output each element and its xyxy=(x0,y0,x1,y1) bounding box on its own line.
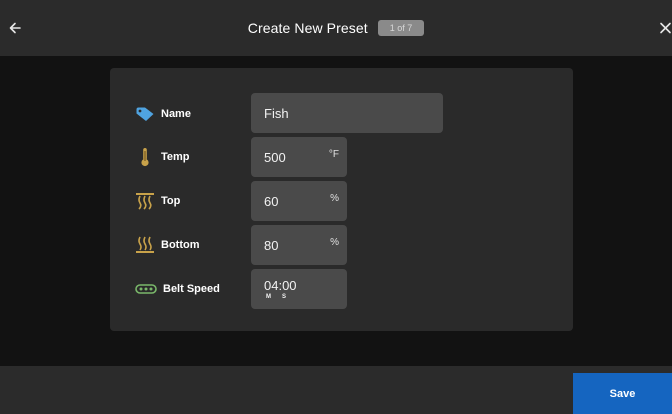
close-icon xyxy=(660,22,671,34)
bottom-value: 80 xyxy=(264,237,279,253)
top-input[interactable]: 60 % xyxy=(251,181,347,221)
bottom-label: Bottom xyxy=(161,239,200,251)
name-input[interactable]: Fish xyxy=(251,93,443,133)
minutes-unit: M xyxy=(266,293,271,300)
save-button[interactable]: Save xyxy=(573,373,672,414)
close-button[interactable] xyxy=(658,14,672,42)
step-indicator-badge: 1 of 7 xyxy=(377,20,425,36)
page-title: Create New Preset xyxy=(247,20,368,36)
name-label: Name xyxy=(161,108,191,120)
app-window: Create New Preset 1 of 7 Name Fish Temp … xyxy=(0,0,672,414)
belt-speed-value: 04:00 xyxy=(264,277,297,293)
temp-label: Temp xyxy=(161,151,190,163)
conveyor-belt-icon xyxy=(135,284,157,294)
belt-speed-units: MS xyxy=(264,294,297,300)
belt-speed-time: 04:00 MS xyxy=(264,279,297,300)
bottom-unit: % xyxy=(330,237,339,248)
header-bar: Create New Preset 1 of 7 xyxy=(0,0,672,56)
footer-bar xyxy=(0,366,672,414)
seconds-unit: S xyxy=(282,293,287,300)
top-value: 60 xyxy=(264,193,279,209)
temp-row-label: Temp xyxy=(135,137,190,177)
thermometer-icon xyxy=(135,147,155,167)
temp-unit: °F xyxy=(328,149,339,160)
temp-input[interactable]: 500 °F xyxy=(251,137,347,177)
bottom-heat-icon xyxy=(135,236,155,254)
top-heat-icon xyxy=(135,192,155,210)
tag-icon xyxy=(135,106,155,122)
belt-speed-label: Belt Speed xyxy=(163,283,220,295)
name-row-label: Name xyxy=(135,94,191,134)
title-group: Create New Preset 1 of 7 xyxy=(0,0,672,56)
top-label: Top xyxy=(161,195,181,207)
name-value: Fish xyxy=(264,105,289,121)
bottom-input[interactable]: 80 % xyxy=(251,225,347,265)
top-row-label: Top xyxy=(135,181,180,221)
top-unit: % xyxy=(330,193,339,204)
belt-speed-row-label: Belt Speed xyxy=(135,269,220,309)
belt-speed-input[interactable]: 04:00 MS xyxy=(251,269,347,309)
bottom-row-label: Bottom xyxy=(135,225,200,265)
temp-value: 500 xyxy=(264,149,286,165)
